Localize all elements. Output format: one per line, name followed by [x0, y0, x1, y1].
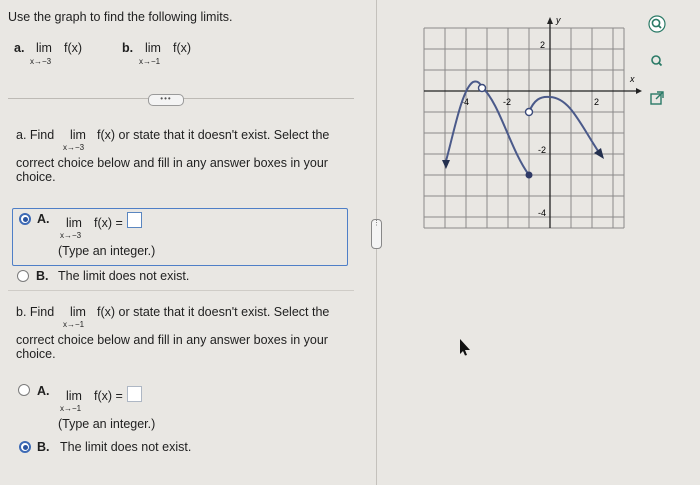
part-b-option-a-label: A. — [37, 384, 50, 398]
x-axis-arrow — [636, 88, 642, 94]
closed-point-neg1 — [525, 171, 533, 179]
part-b-letter: b. — [122, 41, 134, 55]
part-a-prompt-line3: choice. — [16, 170, 56, 184]
part-b-option-b-label: B. — [37, 440, 50, 454]
part-b-option-a-lim: lim — [66, 389, 82, 403]
part-a-expr: f(x) — [64, 41, 83, 55]
open-point-neg1 — [524, 107, 534, 117]
curve-left-end-arrow — [442, 160, 450, 169]
curve-right-end-arrow — [594, 148, 604, 159]
part-b-option-a-sub: x→−1 — [60, 404, 82, 413]
part-a-subscript: x→−3 — [30, 57, 52, 66]
panel-resize-handle[interactable]: ⋮ — [371, 219, 382, 249]
part-b-option-b-text[interactable]: The limit does not exist. — [60, 440, 191, 454]
part-b-prompt-line2: correct choice below and fill in any ans… — [16, 333, 328, 347]
part-b-option-b-radio[interactable] — [19, 441, 31, 453]
zoom-in-icon[interactable] — [648, 15, 666, 33]
part-b-prompt-lim: lim — [70, 305, 86, 319]
part-a-option-b-radio[interactable] — [17, 270, 29, 282]
open-point-neg3 — [477, 83, 487, 93]
x-tick-pos2: 2 — [594, 97, 599, 107]
part-a-option-b-text[interactable]: The limit does not exist. — [58, 269, 189, 283]
part-b-subscript: x→−1 — [139, 57, 161, 66]
function-graph: -4 -2 2 x 2 -2 -4 y — [423, 15, 642, 229]
part-a-prompt-line2: correct choice below and fill in any ans… — [16, 156, 328, 170]
part-b-lim: lim — [145, 41, 161, 55]
y-tick-pos2: 2 — [540, 40, 545, 50]
part-divider — [8, 290, 354, 291]
y-axis-label: y — [555, 15, 561, 25]
x-axis-label: x — [629, 74, 635, 84]
part-a-prompt-expr: f(x) or state that it doesn't exist. Sel… — [97, 128, 330, 142]
zoom-out-icon[interactable] — [648, 52, 666, 70]
external-link-icon[interactable] — [648, 89, 666, 107]
y-tick-neg4: -4 — [538, 208, 546, 218]
part-a-option-a-radio[interactable] — [19, 213, 31, 225]
part-b-answer-input[interactable] — [127, 386, 142, 402]
part-a-option-a-label: A. — [37, 212, 50, 226]
part-b-prompt-pre: b. Find — [16, 305, 55, 319]
part-a-prompt-pre: a. Find — [16, 128, 55, 142]
instruction-text: Use the graph to find the following limi… — [8, 10, 233, 24]
curve-left-branch — [445, 80, 483, 162]
part-b-expr: f(x) — [173, 41, 192, 55]
part-a-prompt-sub: x→−3 — [63, 143, 85, 152]
part-a-option-a-sub: x→−3 — [60, 231, 82, 240]
part-b-prompt-expr: f(x) or state that it doesn't exist. Sel… — [97, 305, 330, 319]
part-b-option-a-radio[interactable] — [18, 384, 30, 396]
part-a-letter: a. — [14, 41, 25, 55]
y-axis-arrow — [547, 17, 553, 24]
part-a-lim: lim — [36, 41, 52, 55]
part-b-option-a-expr: f(x) = — [94, 389, 123, 403]
part-b-option-a-note: (Type an integer.) — [58, 417, 156, 431]
part-a-option-a-lim: lim — [66, 216, 82, 230]
part-a-option-a-expr: f(x) = — [94, 216, 123, 230]
part-b-prompt-sub: x→−1 — [63, 320, 85, 329]
x-tick-neg2: -2 — [503, 97, 511, 107]
y-tick-neg2: -2 — [538, 145, 546, 155]
part-a-option-a-note: (Type an integer.) — [58, 244, 156, 258]
part-a-option-b-label: B. — [36, 269, 49, 283]
mouse-cursor-icon — [460, 339, 470, 356]
part-b-prompt-line3: choice. — [16, 347, 56, 361]
part-a-answer-input[interactable] — [127, 212, 142, 228]
part-a-prompt-lim: lim — [70, 128, 86, 142]
expand-more-button[interactable]: ••• — [148, 94, 184, 106]
